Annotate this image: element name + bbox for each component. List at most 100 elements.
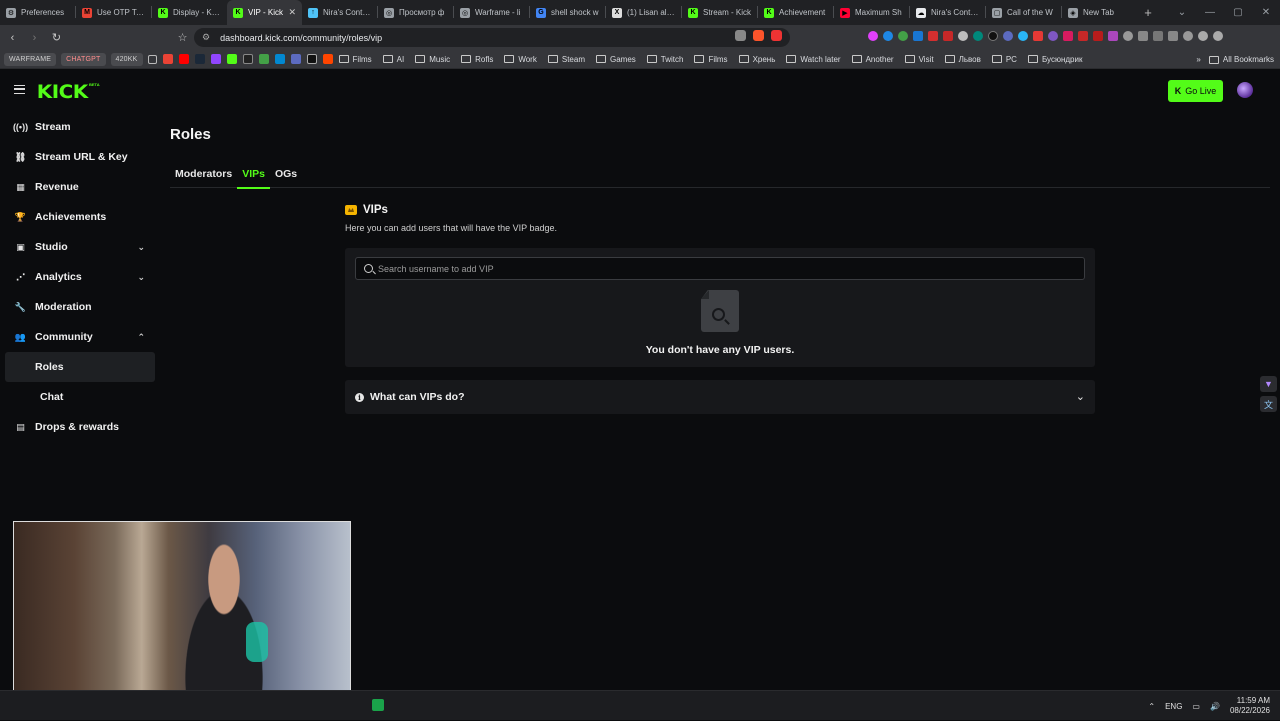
- close-window-button[interactable]: ✕: [1252, 0, 1280, 25]
- bookmark-pill[interactable]: CHATGPT: [61, 52, 106, 66]
- chevron-up-icon[interactable]: ⌃: [137, 332, 145, 343]
- extension-icon[interactable]: [1048, 31, 1058, 41]
- avatar[interactable]: [1237, 82, 1253, 98]
- wallet-icon[interactable]: [1168, 31, 1178, 41]
- sidebar-toggle-icon[interactable]: [1153, 31, 1163, 41]
- extension-icon[interactable]: [943, 31, 953, 41]
- rewards-icon[interactable]: [771, 30, 782, 41]
- bookmark-folder[interactable]: Films: [338, 55, 372, 64]
- close-tab-icon[interactable]: ✕: [288, 7, 296, 18]
- extension-icon[interactable]: [988, 31, 998, 41]
- new-tab-button[interactable]: +: [1137, 0, 1159, 25]
- gmail-bookmark-icon[interactable]: [162, 54, 173, 64]
- sidebar-item-moderation[interactable]: 🔧 Moderation: [0, 292, 160, 322]
- bookmark-folder[interactable]: PC: [991, 55, 1017, 64]
- bookmark-star-button[interactable]: ☆: [173, 28, 192, 47]
- extension-icon[interactable]: [913, 31, 923, 41]
- bookmark-icon[interactable]: [242, 54, 253, 64]
- browser-tab[interactable]: ◎ Просмотр ф: [378, 0, 453, 25]
- brave-shield-icon[interactable]: [753, 30, 764, 41]
- sidebar-item-drops-rewards[interactable]: ▤ Drops & rewards: [0, 412, 160, 442]
- browser-tab[interactable]: K Stream - Kick: [682, 0, 757, 25]
- volume-icon[interactable]: 🔊: [1210, 702, 1220, 711]
- bookmark-folder[interactable]: AI: [382, 55, 404, 64]
- reload-button[interactable]: ↻: [47, 28, 66, 47]
- translate-icon[interactable]: [735, 30, 746, 41]
- taskbar-app-icon[interactable]: [372, 699, 384, 711]
- extension-icon[interactable]: [1093, 31, 1103, 41]
- bookmark-folder[interactable]: Хрень: [738, 55, 775, 64]
- vip-faq-accordion[interactable]: i What can VIPs do? ⌄: [345, 380, 1095, 414]
- bookmark-pill[interactable]: 420KK: [110, 52, 143, 66]
- sidebar-item-community[interactable]: 👥 Community ⌃: [0, 322, 160, 352]
- reddit-bookmark-icon[interactable]: [322, 54, 333, 64]
- browser-tab[interactable]: ☁ Nira's Conten: [910, 0, 985, 25]
- sidebar-item-revenue[interactable]: ▦ Revenue: [0, 172, 160, 202]
- network-icon[interactable]: ▭: [1192, 702, 1200, 711]
- sidebar-item-analytics[interactable]: ⋰ Analytics ⌄: [0, 262, 160, 292]
- sidebar-item-stream-url-key[interactable]: ⛓ Stream URL & Key: [0, 142, 160, 172]
- chevron-down-icon[interactable]: ⌄: [137, 242, 145, 253]
- translate-widget-icon[interactable]: 文: [1260, 396, 1277, 412]
- bookmark-folder[interactable]: Games: [595, 55, 636, 64]
- minimize-button[interactable]: —: [1196, 0, 1224, 25]
- bookmark-icon[interactable]: [290, 54, 301, 64]
- extension-icon[interactable]: [1063, 31, 1073, 41]
- reading-list-icon[interactable]: [1138, 31, 1148, 41]
- browser-tab[interactable]: ▶ Maximum Sh: [834, 0, 909, 25]
- bookmark-folder[interactable]: Львов: [944, 55, 981, 64]
- back-button[interactable]: ‹: [3, 28, 22, 47]
- clock[interactable]: 11:59 AM 08/22/2026: [1230, 696, 1270, 716]
- address-bar[interactable]: ⚙ dashboard.kick.com/community/roles/vip: [194, 28, 790, 47]
- hamburger-menu-icon[interactable]: [14, 85, 25, 94]
- extension-icon[interactable]: [1108, 31, 1118, 41]
- browser-tab[interactable]: ◎ Warframe - li: [454, 0, 529, 25]
- browser-tab[interactable]: M Use OTP To Re: [76, 0, 151, 25]
- leo-icon[interactable]: [1183, 31, 1193, 41]
- site-info-icon[interactable]: ⚙: [202, 32, 210, 43]
- bookmark-folder[interactable]: Rofls: [461, 55, 493, 64]
- extension-icon[interactable]: [1003, 31, 1013, 41]
- puzzle-icon[interactable]: [1123, 31, 1133, 41]
- bookmark-folder[interactable]: Twitch: [646, 55, 683, 64]
- browser-tab[interactable]: K VIP - Kick ✕: [227, 0, 302, 25]
- extension-icon[interactable]: [958, 31, 968, 41]
- browser-tab[interactable]: ⚙ Preferences: [0, 0, 75, 25]
- sidebar-item-studio[interactable]: ▣ Studio ⌄: [0, 232, 160, 262]
- tray-chevron-up-icon[interactable]: ⌃: [1148, 702, 1155, 711]
- browser-tab[interactable]: K Display - Kick: [152, 0, 227, 25]
- extension-icon[interactable]: [1078, 31, 1088, 41]
- chevron-down-icon[interactable]: ⌄: [1168, 0, 1196, 25]
- extension-icon[interactable]: [1033, 31, 1043, 41]
- chat-widget-icon[interactable]: ▼: [1260, 376, 1277, 392]
- twitch-bookmark-icon[interactable]: [210, 54, 221, 64]
- browser-tab[interactable]: K Achievement: [758, 0, 833, 25]
- sidebar-subitem-roles[interactable]: Roles: [5, 352, 155, 382]
- bookmark-icon[interactable]: [258, 54, 269, 64]
- sidebar-item-stream[interactable]: ((•)) Stream: [0, 112, 160, 142]
- maximize-button[interactable]: ▢: [1224, 0, 1252, 25]
- extension-icon[interactable]: [868, 31, 878, 41]
- extension-icon[interactable]: [973, 31, 983, 41]
- bookmark-folder[interactable]: Watch later: [786, 55, 841, 64]
- chevron-down-icon[interactable]: ⌄: [137, 272, 145, 283]
- bookmark-pill[interactable]: WARFRAME: [4, 52, 57, 66]
- sidebar-subitem-chat[interactable]: Chat: [5, 382, 155, 412]
- browser-tab[interactable]: ↑ Nira's Content: [302, 0, 377, 25]
- bookmark-folder[interactable]: Бусюндрик: [1027, 55, 1082, 64]
- vip-search-input[interactable]: [378, 263, 1084, 274]
- profile-icon[interactable]: [1198, 31, 1208, 41]
- tab-ogs[interactable]: OGs: [270, 165, 302, 188]
- browser-tab[interactable]: ◈ New Tab: [1062, 0, 1137, 25]
- extension-icon[interactable]: [1018, 31, 1028, 41]
- extension-icon[interactable]: [898, 31, 908, 41]
- vip-search-box[interactable]: [355, 257, 1085, 280]
- sidebar-item-achievements[interactable]: 🏆 Achievements: [0, 202, 160, 232]
- x-bookmark-icon[interactable]: [306, 54, 317, 64]
- bookmark-folder[interactable]: Music: [415, 55, 450, 64]
- bookmarks-overflow-button[interactable]: »: [1196, 55, 1200, 64]
- youtube-bookmark-icon[interactable]: [178, 54, 189, 64]
- menu-icon[interactable]: [1213, 31, 1223, 41]
- bookmark-folder[interactable]: Steam: [547, 55, 585, 64]
- all-bookmarks-button[interactable]: All Bookmarks: [1208, 55, 1274, 64]
